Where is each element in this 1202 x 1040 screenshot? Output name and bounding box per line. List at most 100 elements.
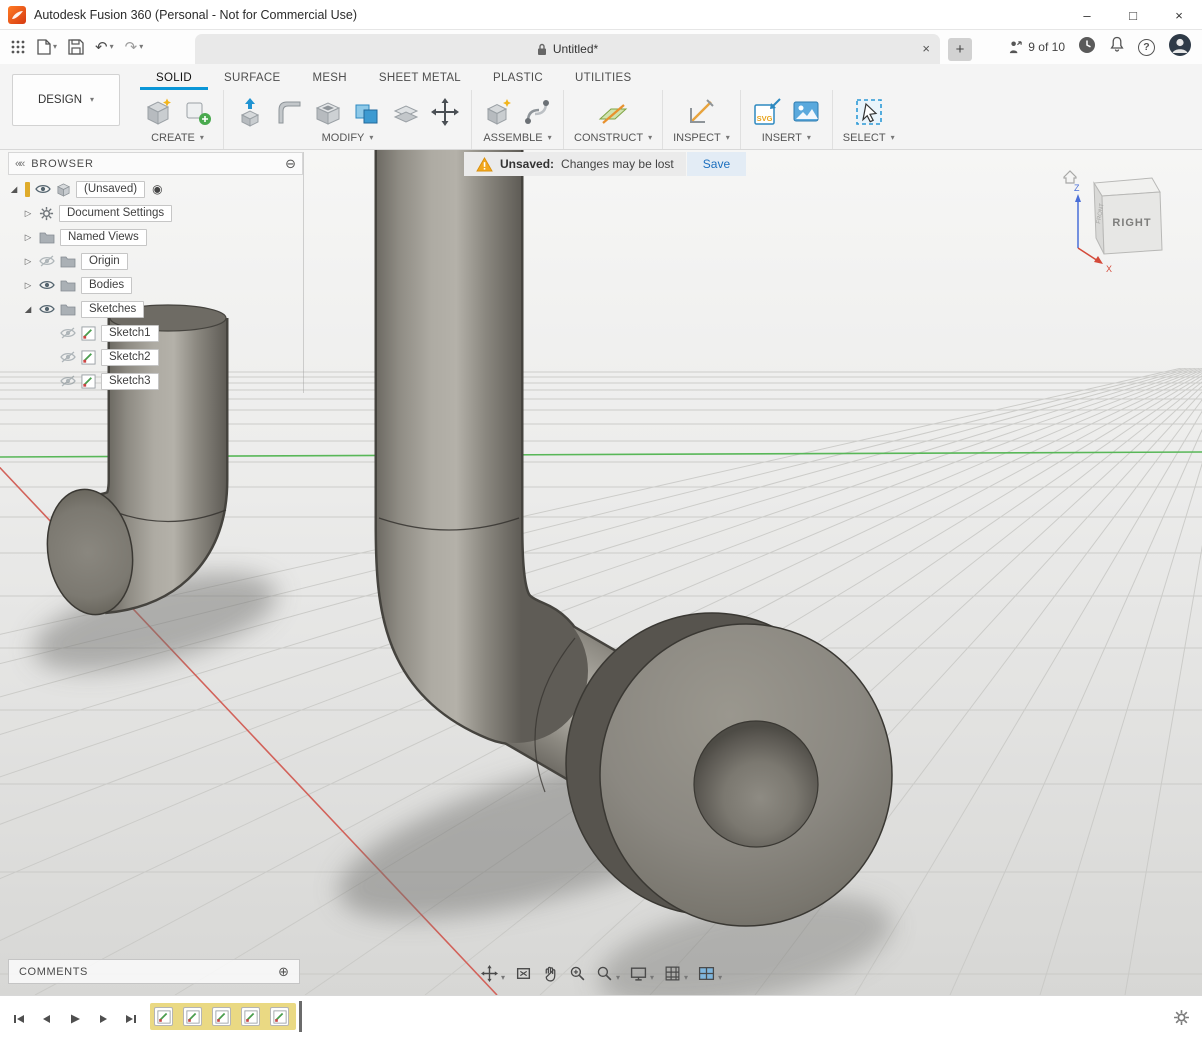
derive-icon[interactable] — [181, 96, 213, 128]
timeline-position-marker[interactable] — [299, 1001, 302, 1032]
press-pull-icon[interactable] — [234, 96, 266, 128]
browser-row-sketch2[interactable]: Sketch2 — [8, 345, 303, 369]
joint-icon[interactable] — [521, 96, 553, 128]
viewcube-face-label[interactable]: RIGHT — [1112, 217, 1151, 229]
assemble-menu-button[interactable]: ASSEMBLE ▾ — [483, 132, 551, 149]
undo-button[interactable]: ↶ ▾ — [95, 40, 114, 55]
split-body-icon[interactable] — [390, 96, 422, 128]
tab-utilities[interactable]: UTILITIES — [559, 67, 647, 90]
grid-snaps-button[interactable]: ▾ — [661, 963, 691, 984]
visibility-eye-icon[interactable] — [39, 303, 55, 315]
document-tab[interactable]: Untitled* × — [195, 34, 940, 64]
browser-row-bodies[interactable]: ▷ Bodies — [8, 273, 303, 297]
construct-plane-icon[interactable] — [596, 96, 630, 128]
node-label[interactable]: Sketches — [81, 301, 144, 318]
document-tab-close-icon[interactable]: × — [922, 41, 930, 56]
view-cube[interactable]: RIGHT FRONT Z X — [1056, 164, 1186, 276]
tab-surface[interactable]: SURFACE — [208, 67, 296, 90]
minimize-button[interactable]: – — [1064, 0, 1110, 30]
step-forward-button[interactable] — [92, 1008, 114, 1030]
node-label[interactable]: Bodies — [81, 277, 132, 294]
new-body-icon[interactable] — [142, 96, 174, 128]
pan-button[interactable] — [539, 963, 562, 984]
combine-icon[interactable] — [351, 96, 383, 128]
new-document-tab-button[interactable]: + — [948, 38, 972, 61]
timeline-feature-sketch[interactable] — [154, 1007, 173, 1026]
history-button[interactable] — [1078, 36, 1096, 59]
home-icon[interactable] — [1064, 171, 1076, 183]
expand-triangle-icon[interactable]: ◢ — [22, 304, 34, 315]
modify-menu-button[interactable]: MODIFY ▾ — [322, 132, 374, 149]
save-button[interactable] — [68, 39, 84, 55]
node-label[interactable]: Sketch2 — [101, 349, 159, 366]
browser-row-origin[interactable]: ▷ Origin — [8, 249, 303, 273]
browser-row-document-settings[interactable]: ▷ Document Settings — [8, 201, 303, 225]
construct-menu-button[interactable]: CONSTRUCT ▾ — [574, 132, 652, 149]
visibility-eye-off-icon[interactable] — [60, 351, 76, 363]
visibility-eye-icon[interactable] — [39, 279, 55, 291]
expand-triangle-icon[interactable]: ▷ — [22, 232, 34, 243]
browser-row-sketch1[interactable]: Sketch1 — [8, 321, 303, 345]
skip-to-start-button[interactable] — [8, 1008, 30, 1030]
expand-triangle-icon[interactable]: ▷ — [22, 280, 34, 291]
visibility-eye-off-icon[interactable] — [60, 327, 76, 339]
step-back-button[interactable] — [36, 1008, 58, 1030]
visibility-eye-off-icon[interactable] — [60, 375, 76, 387]
insert-svg-icon[interactable]: SVG — [751, 96, 783, 128]
notifications-button[interactable] — [1109, 36, 1125, 58]
new-component-icon[interactable] — [482, 96, 514, 128]
fillet-icon[interactable] — [273, 96, 305, 128]
browser-root-row[interactable]: ◢ (Unsaved) ◉ — [8, 177, 303, 201]
job-status-button[interactable]: 9 of 10 — [1008, 40, 1065, 55]
move-icon[interactable] — [429, 96, 461, 128]
tab-plastic[interactable]: PLASTIC — [477, 67, 559, 90]
browser-row-sketches[interactable]: ◢ Sketches — [8, 297, 303, 321]
tab-sheet-metal[interactable]: SHEET METAL — [363, 67, 477, 90]
zoom-window-button[interactable] — [566, 963, 589, 984]
redo-button[interactable]: ↷ ▾ — [125, 40, 144, 55]
node-label[interactable]: Sketch1 — [101, 325, 159, 342]
display-settings-button[interactable]: ▾ — [627, 963, 657, 984]
play-button[interactable] — [64, 1008, 86, 1030]
insert-menu-button[interactable]: INSERT ▾ — [762, 132, 811, 149]
timeline-feature-sketch[interactable] — [270, 1007, 289, 1026]
help-button[interactable]: ? — [1138, 39, 1155, 56]
account-avatar[interactable] — [1168, 33, 1192, 62]
timeline-feature-sketch[interactable] — [241, 1007, 260, 1026]
close-button[interactable]: × — [1156, 0, 1202, 30]
file-menu-button[interactable]: ▾ — [37, 39, 57, 55]
inspect-menu-button[interactable]: INSPECT ▾ — [673, 132, 730, 149]
create-menu-button[interactable]: CREATE ▾ — [151, 132, 204, 149]
fit-button[interactable] — [512, 963, 535, 984]
activate-radio-icon[interactable]: ◉ — [152, 182, 162, 196]
add-comment-icon[interactable]: ⊕ — [278, 965, 299, 978]
collapse-all-icon[interactable]: ⊖ — [285, 157, 296, 170]
expand-triangle-icon[interactable]: ▷ — [22, 208, 34, 219]
shell-icon[interactable] — [312, 96, 344, 128]
node-label[interactable]: Sketch3 — [101, 373, 159, 390]
browser-row-named-views[interactable]: ▷ Named Views — [8, 225, 303, 249]
tab-solid[interactable]: SOLID — [140, 67, 208, 90]
app-grid-menu-icon[interactable] — [10, 39, 26, 55]
full-navigation-button[interactable]: ▾ — [478, 963, 508, 984]
node-label[interactable]: Origin — [81, 253, 128, 270]
decal-icon[interactable] — [790, 96, 822, 128]
node-label[interactable]: Document Settings — [59, 205, 172, 222]
visibility-eye-off-icon[interactable] — [39, 255, 55, 267]
expand-triangle-icon[interactable]: ◢ — [8, 184, 20, 195]
zoom-button[interactable]: ▾ — [593, 963, 623, 984]
timeline-feature-sketch[interactable] — [183, 1007, 202, 1026]
timeline-options-button[interactable] — [1173, 1009, 1190, 1031]
browser-row-sketch3[interactable]: Sketch3 — [8, 369, 303, 393]
comments-panel[interactable]: COMMENTS ⊕ — [8, 959, 300, 984]
select-menu-button[interactable]: SELECT ▾ — [843, 132, 895, 149]
save-link[interactable]: Save — [687, 152, 746, 176]
skip-to-end-button[interactable] — [120, 1008, 142, 1030]
measure-icon[interactable] — [685, 96, 717, 128]
expand-triangle-icon[interactable]: ▷ — [22, 256, 34, 267]
maximize-button[interactable]: □ — [1110, 0, 1156, 30]
timeline-feature-sketch[interactable] — [212, 1007, 231, 1026]
node-label[interactable]: Named Views — [60, 229, 147, 246]
collapse-panel-icon[interactable]: «« — [15, 158, 23, 170]
tab-mesh[interactable]: MESH — [296, 67, 362, 90]
